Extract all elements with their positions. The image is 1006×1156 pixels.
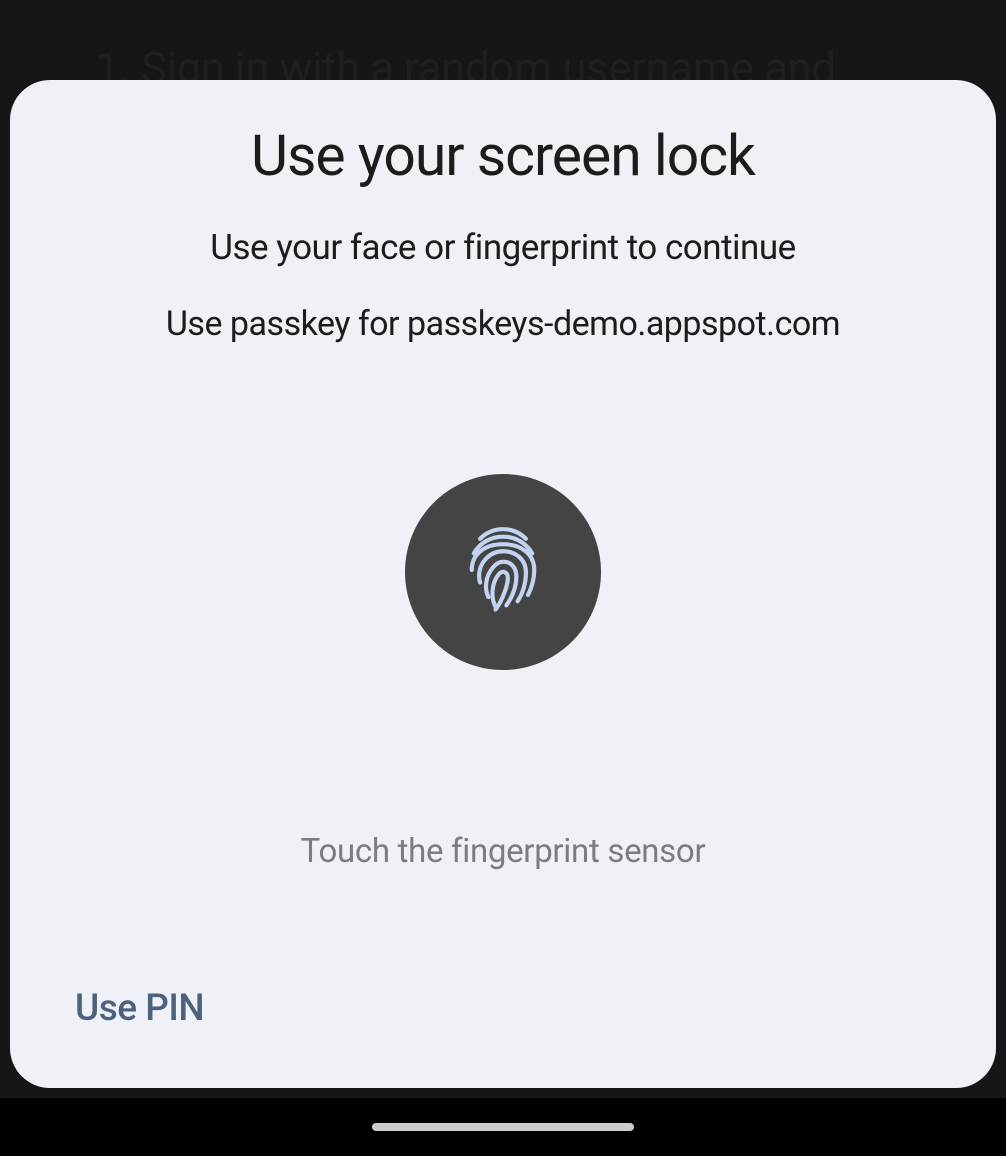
dialog-title: Use your screen lock bbox=[251, 122, 755, 189]
navigation-bar bbox=[0, 1098, 1006, 1156]
biometric-prompt-sheet: Use your screen lock Use your face or fi… bbox=[10, 80, 996, 1088]
fingerprint-icon bbox=[453, 520, 553, 624]
gesture-handle[interactable] bbox=[372, 1123, 634, 1131]
fingerprint-sensor-area[interactable] bbox=[405, 474, 601, 670]
dialog-subtitle: Use your face or fingerprint to continue bbox=[210, 227, 795, 268]
use-pin-button[interactable]: Use PIN bbox=[75, 987, 204, 1030]
passkey-domain-text: Use passkey for passkeys-demo.appspot.co… bbox=[166, 304, 840, 344]
sensor-hint-text: Touch the fingerprint sensor bbox=[301, 832, 706, 871]
